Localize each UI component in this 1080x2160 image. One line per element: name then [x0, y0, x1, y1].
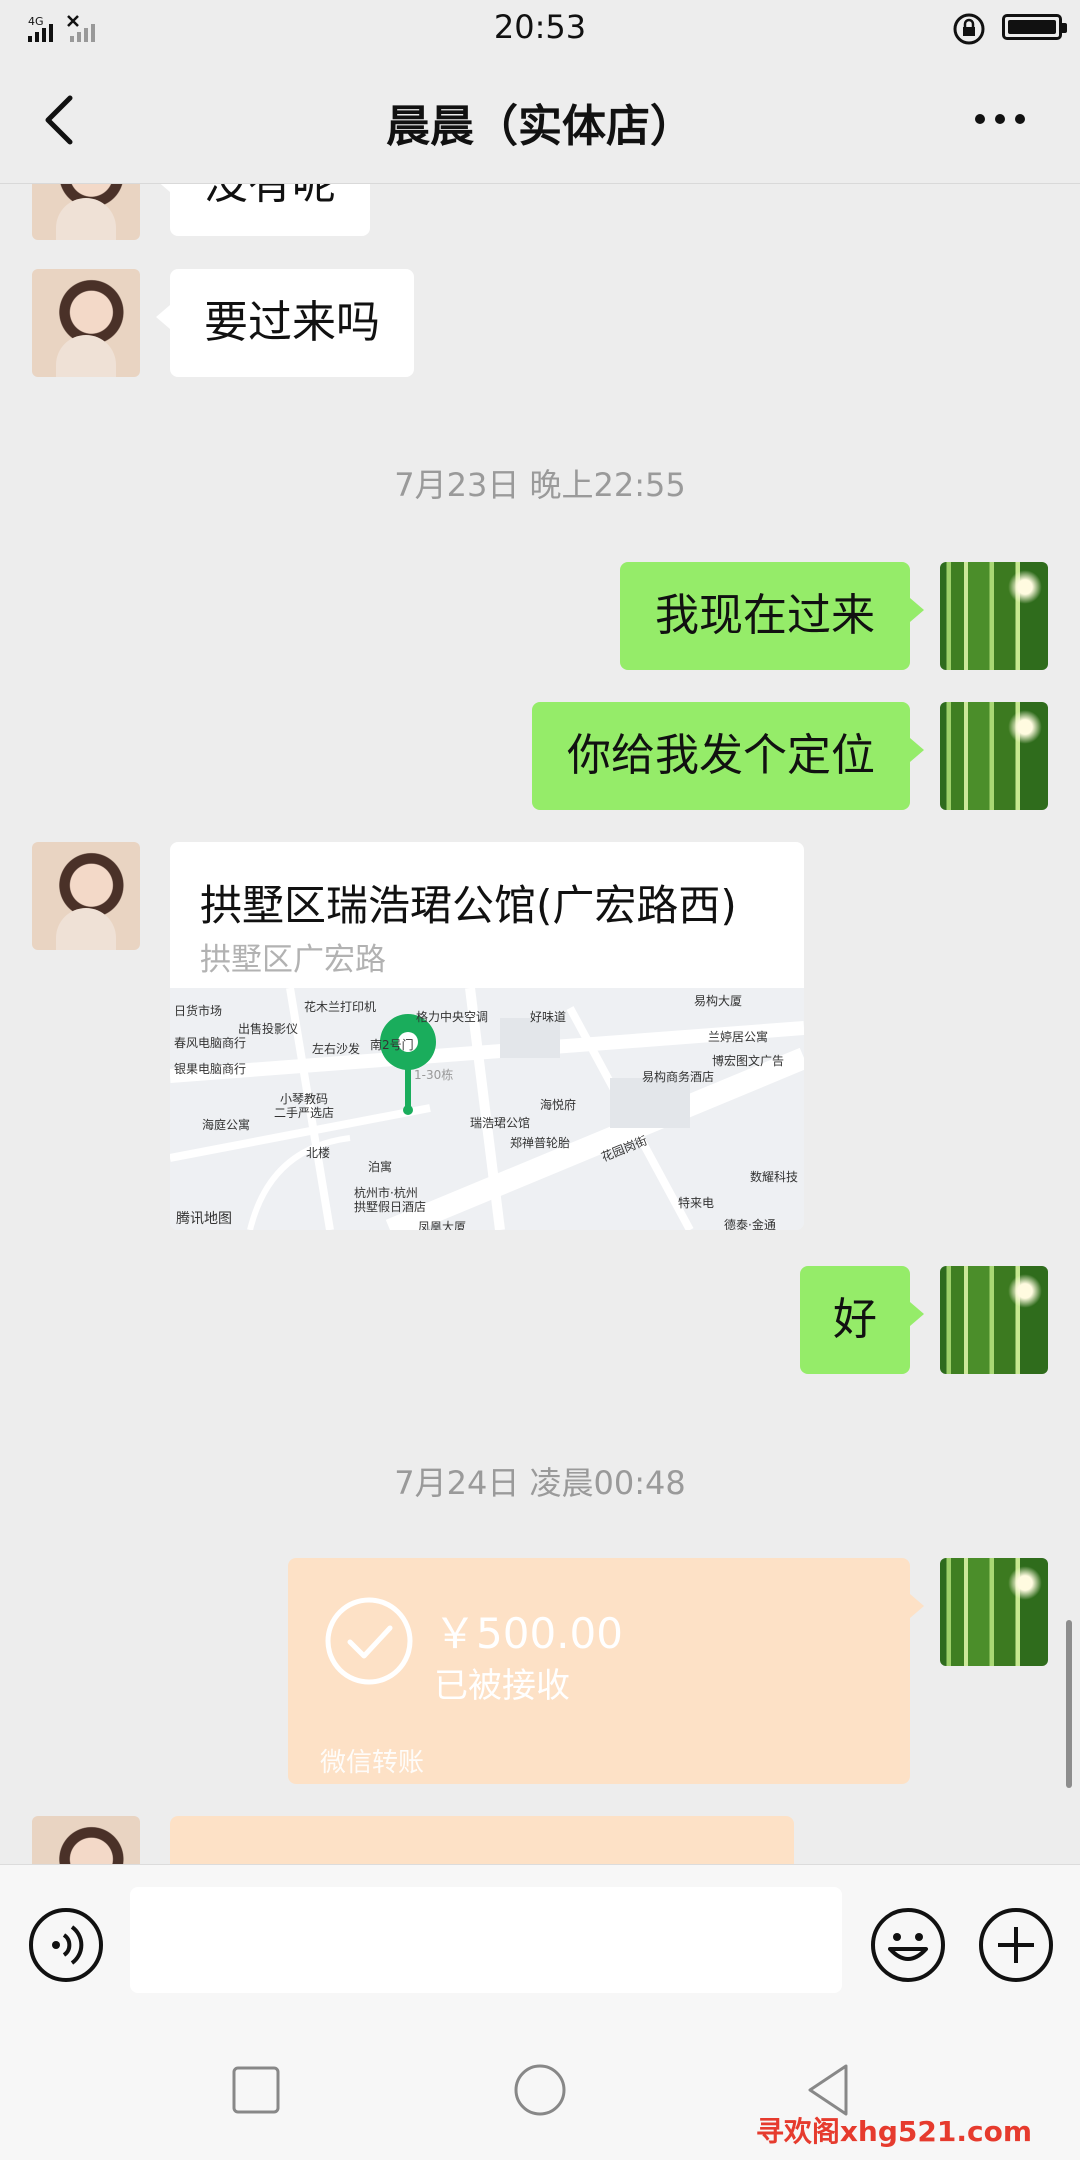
- transfer-card[interactable]: [170, 1816, 794, 1864]
- outgoing-message[interactable]: 好: [800, 1266, 924, 1374]
- transfer-status: 已被接收: [434, 1666, 570, 1706]
- outgoing-message[interactable]: 你给我发个定位: [532, 702, 924, 810]
- message-text: 你给我发个定位: [567, 730, 875, 781]
- map-label: 春风电脑商行: [174, 1036, 247, 1050]
- incoming-message[interactable]: 没有呢: [156, 184, 370, 236]
- voice-input-icon[interactable]: [28, 1907, 104, 1983]
- map-label: 凤凰大厦: [418, 1220, 467, 1230]
- map-label: 银果电脑商行: [174, 1062, 247, 1076]
- message-input[interactable]: [130, 1887, 842, 1993]
- message-text: 要过来吗: [204, 297, 380, 348]
- map-label: 南2号门: [370, 1038, 414, 1052]
- clock: 20:53: [493, 8, 587, 46]
- map-label: 特来电: [678, 1196, 715, 1210]
- battery-icon: [1002, 14, 1067, 40]
- map-label: 日货市场: [174, 1004, 223, 1018]
- map-label: 郑禅普轮胎: [510, 1136, 571, 1150]
- map-label: 北楼: [306, 1146, 331, 1160]
- map-label: 海庭公寓: [202, 1118, 251, 1132]
- incoming-message[interactable]: 要过来吗: [156, 269, 414, 377]
- map-label: 左右沙发: [312, 1042, 361, 1056]
- transfer-amount: ￥500.00: [434, 1609, 623, 1658]
- map-label: 1-30栋: [414, 1068, 454, 1082]
- message-list[interactable]: 没有呢 要过来吗 7月23日 晚上22:55 我现在过来 你给我发个定位 拱墅区…: [0, 184, 1080, 1864]
- input-bar: [0, 1864, 1080, 2014]
- emoji-icon[interactable]: [870, 1907, 946, 1983]
- map-label: 兰婷居公寓: [708, 1030, 769, 1044]
- map-label: 拱墅假日酒店: [354, 1200, 427, 1214]
- contact-avatar[interactable]: [32, 1816, 140, 1864]
- chat-screen: 4G 20:53 晨晨（实体店） 要过来吗 7月23日 晚上22:55 我现在过…: [0, 0, 1080, 2160]
- time-separator: 7月23日 晚上22:55: [394, 466, 686, 504]
- user-avatar[interactable]: [940, 1558, 1048, 1666]
- status-bar: 4G 20:53: [0, 0, 1080, 56]
- message-text: 好: [833, 1294, 877, 1345]
- map-label: 易构商务酒店: [642, 1070, 715, 1084]
- map-label: 出售投影仪: [238, 1022, 299, 1036]
- map-label: 好味道: [530, 1010, 567, 1024]
- user-avatar[interactable]: [940, 562, 1048, 670]
- map-label: 二手严选店: [274, 1106, 335, 1120]
- map-label: 易构大厦: [694, 994, 743, 1008]
- location-title: 拱墅区瑞浩珺公馆(广宏路西): [200, 881, 737, 930]
- map-label: 博宏图文广告: [712, 1054, 785, 1068]
- home-icon[interactable]: [512, 2062, 568, 2118]
- scrollbar[interactable]: [1066, 1620, 1072, 1788]
- map-label: 数耀科技: [750, 1170, 799, 1184]
- message-text: 没有呢: [204, 184, 336, 206]
- rotation-lock-icon: [953, 13, 985, 45]
- recent-apps-icon[interactable]: [228, 2062, 284, 2118]
- message-text: 我现在过来: [655, 590, 875, 641]
- contact-avatar[interactable]: [32, 184, 140, 240]
- transfer-card[interactable]: ￥500.00 已被接收 微信转账: [288, 1558, 924, 1784]
- plus-icon[interactable]: [978, 1907, 1054, 1983]
- map-label: 海悦府: [540, 1098, 577, 1112]
- map-label: 花木兰打印机: [304, 1000, 377, 1014]
- watermark: 寻欢阁xhg521.com: [755, 2115, 1032, 2148]
- outgoing-message[interactable]: 我现在过来: [620, 562, 924, 670]
- more-options-icon[interactable]: [972, 106, 1028, 132]
- transfer-footer: 微信转账: [320, 1748, 425, 1778]
- location-map[interactable]: 日货市场 花木兰打印机 格力中央空调 好味道 易构大厦 出售投影仪 南2号门 兰…: [170, 988, 804, 1230]
- time-separator: 7月24日 凌晨00:48: [394, 1464, 686, 1502]
- map-label: 泊寓: [368, 1160, 393, 1174]
- map-label: 瑞浩珺公馆: [470, 1116, 531, 1130]
- chat-header: 晨晨（实体店）: [0, 56, 1080, 184]
- location-card[interactable]: 拱墅区瑞浩珺公馆(广宏路西) 拱墅区广宏路 日货市场 花木兰打印机 格力中央空调…: [170, 842, 804, 1230]
- user-avatar[interactable]: [940, 702, 1048, 810]
- chat-title: 晨晨（实体店）: [386, 101, 694, 152]
- user-avatar[interactable]: [940, 1266, 1048, 1374]
- contact-avatar[interactable]: [32, 842, 140, 950]
- contact-avatar[interactable]: [32, 269, 140, 377]
- map-label: 德泰·金通: [724, 1218, 776, 1230]
- map-brand-label: 腾讯地图: [176, 1211, 232, 1227]
- location-address: 拱墅区广宏路: [200, 942, 386, 978]
- map-label: 格力中央空调: [416, 1010, 489, 1024]
- checkmark-circle-icon: [325, 1597, 413, 1685]
